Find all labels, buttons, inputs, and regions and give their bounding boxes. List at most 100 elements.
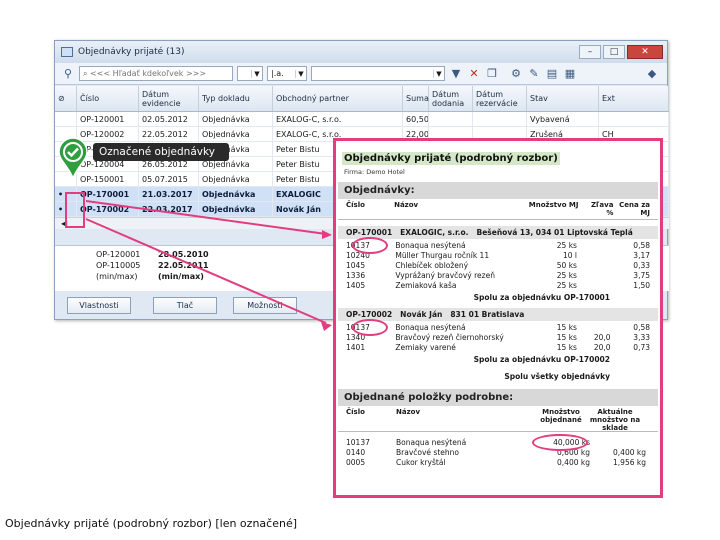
- report-orders: OP-170001 EXALOGIC, s.r.o. Bešeňová 13, 03…: [336, 226, 660, 364]
- close-button[interactable]: ✕: [627, 45, 663, 59]
- report-column-header: Číslo Názov Množstvo MJ Zľava % Cena za …: [338, 199, 658, 220]
- column-datum-evidencie[interactable]: Dátum evidencie: [139, 86, 199, 111]
- settings-icon[interactable]: ⚙: [509, 67, 523, 81]
- binoculars-icon[interactable]: ⚲: [61, 67, 75, 81]
- report-line-discount: [577, 323, 611, 333]
- report-line: 10137 Bonaqua nesýtená 25 ks 0,58: [338, 237, 658, 254]
- report-order-field: Bešeňová 13, 034 01 Liptovská Teplá: [476, 228, 633, 237]
- copy-icon[interactable]: ❐: [485, 67, 499, 81]
- summary-value: (min/max): [96, 272, 138, 281]
- report-line-price: 3,33: [633, 333, 650, 342]
- properties-button[interactable]: Vlastnosti: [67, 296, 131, 314]
- options-button[interactable]: Možnosti: [233, 296, 297, 314]
- document-icon[interactable]: ▦: [563, 67, 577, 81]
- report-line-price: 1,50: [633, 281, 650, 290]
- cell-datum: 21.03.2017: [139, 187, 199, 201]
- cell-datum: 02.05.2012: [139, 112, 199, 126]
- search-box[interactable]: ⌕: [79, 66, 233, 81]
- cell-typ: Objednávka: [199, 127, 273, 141]
- maximize-button[interactable]: □: [603, 45, 625, 59]
- filter-value: |.a.: [271, 69, 284, 78]
- report-item-code: 0140: [346, 448, 366, 457]
- report-preview: Objednávky prijaté (podrobný rozbor) Fir…: [333, 138, 663, 498]
- report-line-discount: 20,0: [593, 343, 611, 352]
- report-firma: Firma: Demo Hotel: [344, 168, 405, 176]
- column-datum-dodania[interactable]: Dátum dodania: [429, 86, 473, 111]
- search-input[interactable]: [90, 69, 221, 78]
- report-order-field: Novák Ján: [400, 310, 443, 319]
- report-line-code: 1405: [346, 281, 366, 290]
- report-line-code: 1401: [346, 343, 366, 352]
- window-app-icon: [61, 47, 73, 57]
- clear-filter-icon[interactable]: ✕: [467, 67, 481, 81]
- report-line-qty: 50 ks: [556, 261, 577, 270]
- report-order-header: OP-170001 EXALOGIC, s.r.o. Bešeňová 13, 03…: [338, 226, 658, 239]
- report-item-qty: 0,400 kg: [557, 458, 590, 467]
- attachment-column-icon[interactable]: ⊘: [55, 86, 77, 111]
- report-order-field: OP-170002: [346, 310, 393, 319]
- search-dropdown[interactable]: ▼: [237, 66, 263, 81]
- report-line-price: 0,33: [633, 261, 650, 270]
- report-col-mnozstvo: Množstvo MJ: [528, 201, 579, 209]
- report-items: 10137 Bonaqua nesýtená 40,000 ks 0140 Bravčo…: [336, 434, 660, 468]
- summary-value: 22.05.2011: [158, 261, 209, 270]
- column-ext[interactable]: Ext: [599, 86, 669, 111]
- filter-value-combo[interactable]: ▼: [311, 66, 445, 81]
- report-line-qty: 25 ks: [556, 281, 577, 290]
- report-line-price: 3,75: [633, 271, 650, 280]
- arrowhead-order-2: [321, 322, 332, 331]
- report-col2-aktualne: Aktuálne množstvo na sklade: [589, 408, 641, 432]
- report-line-name: Vyprážaný bravčový rezeň: [395, 271, 495, 280]
- summary-spacer: [55, 271, 93, 282]
- report-line: 1336 Vyprážaný bravčový rezeň 25 ks 3,75: [338, 271, 658, 281]
- filter-combo[interactable]: |.a. ▼: [267, 66, 307, 81]
- chevron-down-icon: ▼: [433, 69, 444, 78]
- report-col-cena: Cena za MJ: [619, 201, 650, 217]
- summary-value: OP-120001: [96, 250, 141, 259]
- print-button[interactable]: Tlač: [153, 296, 217, 314]
- report-item: 0140 Bravčové stehno 0,600 kg 0,400 kg: [338, 448, 658, 458]
- column-obchodny-partner[interactable]: Obchodný partner: [273, 86, 403, 111]
- report-line-price: 0,58: [633, 241, 650, 250]
- toolbar: ⚲ ⌕ ▼ |.a. ▼ ▼ ▼ ✕ ❐ ⚙ ✎ ▤ ▦ ◆: [55, 63, 667, 85]
- table-row[interactable]: OP-120001 02.05.2012 Objednávka EXALOG-C, s…: [55, 112, 669, 127]
- cell-dodanie: [429, 112, 473, 126]
- report-line-name: Chlebíček obložený: [395, 261, 469, 270]
- column-suma[interactable]: Suma: [403, 86, 429, 111]
- cell-datum: 22.05.2012: [139, 127, 199, 141]
- cell-cislo: OP-170002: [77, 202, 139, 216]
- selection-highlight: [65, 192, 85, 228]
- report-section-items: Objednané položky podrobne:: [338, 389, 658, 406]
- report-line: 1405 Zemiaková kaša 25 ks 1,50: [338, 281, 658, 291]
- row-marker: [55, 112, 77, 126]
- column-datum-rezervacie[interactable]: Dátum rezervácie: [473, 86, 527, 111]
- filter-icon[interactable]: ▼: [449, 67, 463, 81]
- report-items-header: Číslo Názov Množstvo objednané Aktuálne …: [338, 406, 658, 432]
- cell-datum: 05.07.2015: [139, 172, 199, 186]
- report-line-price: 0,58: [633, 323, 650, 332]
- report-item-code: 10137: [346, 438, 370, 447]
- report-line-name: Zemiaky varené: [395, 343, 456, 352]
- tools-icon[interactable]: ✎: [527, 67, 541, 81]
- search-icon: ⌕: [83, 68, 91, 78]
- report-order-sum: Spolu za objednávku OP-170001: [473, 293, 610, 302]
- report-line: 10240 Müller Thurgau ročník 11 10 l 3,17: [338, 251, 658, 261]
- column-stav[interactable]: Stav: [527, 86, 599, 111]
- export-icon[interactable]: ▤: [545, 67, 559, 81]
- highlight-circle: [532, 434, 588, 451]
- cell-typ: Objednávka: [199, 172, 273, 186]
- column-cislo[interactable]: Číslo: [77, 86, 139, 111]
- report-line-qty: 15 ks: [556, 323, 577, 332]
- column-typ-dokladu[interactable]: Typ dokladu: [199, 86, 273, 111]
- grid-header: ⊘ Číslo Dátum evidencie Typ dokladu Obch…: [55, 86, 669, 112]
- highlight-circle: [352, 237, 388, 254]
- tag-icon[interactable]: ◆: [645, 67, 659, 81]
- cell-typ: Objednávka: [199, 202, 273, 216]
- report-line-discount: [577, 251, 611, 261]
- cell-datum: 22.03.2017: [139, 202, 199, 216]
- minimize-button[interactable]: –: [579, 45, 601, 59]
- report-line-discount: [577, 261, 611, 271]
- report-line-qty: 15 ks: [556, 343, 577, 352]
- report-line-qty: 25 ks: [556, 271, 577, 280]
- highlight-circle: [352, 319, 388, 336]
